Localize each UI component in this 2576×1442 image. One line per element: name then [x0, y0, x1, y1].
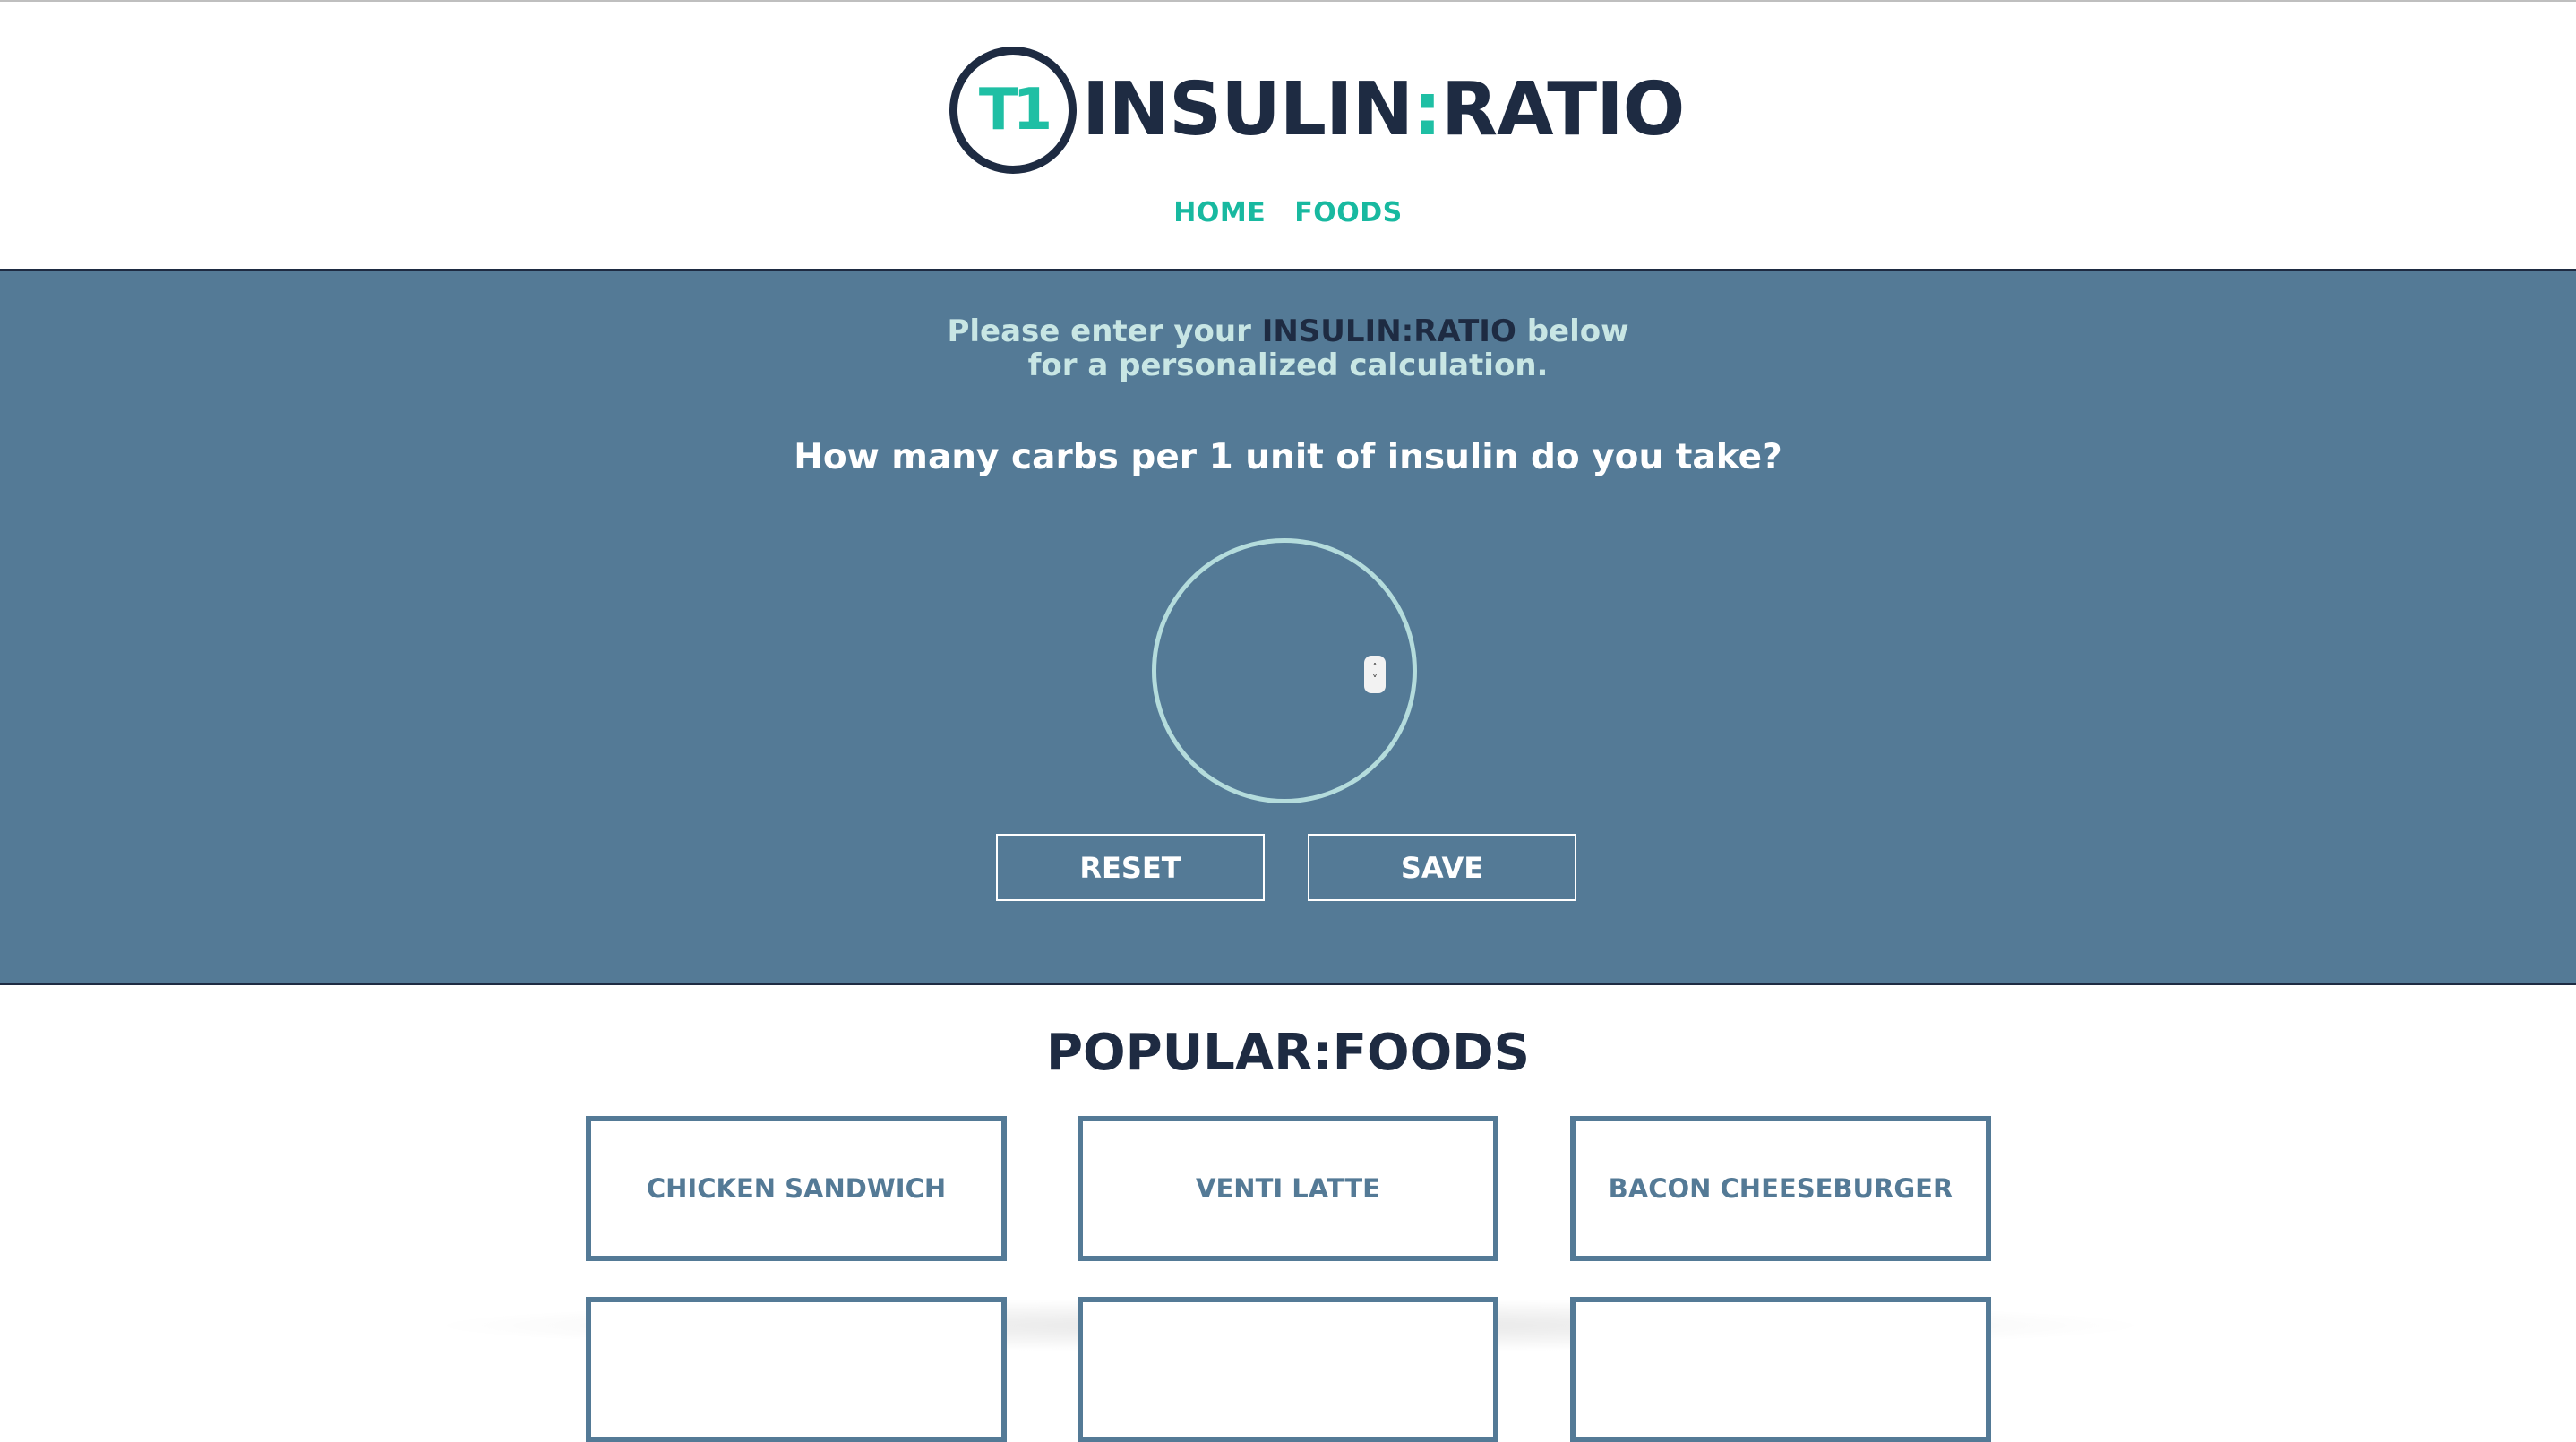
logo-badge-text: T1 [978, 77, 1052, 143]
food-card-label: BACON CHEESEBURGER [1608, 1173, 1953, 1204]
popular-foods-title: POPULAR:FOODS [1046, 1024, 1530, 1082]
logo-wordmark: INSULIN:RATIO [1082, 73, 1685, 147]
save-button[interactable]: SAVE [1308, 834, 1576, 901]
intro-line-2: for a personalized calculation. [1027, 348, 1549, 383]
ratio-section: Please enter your INSULIN:RATIO below fo… [0, 269, 2576, 985]
food-card-label: CHICKEN SANDWICH [646, 1173, 947, 1204]
ratio-question: How many carbs per 1 unit of insulin do … [794, 437, 1782, 477]
logo-word-right: RATIO [1440, 67, 1685, 152]
intro-brand: INSULIN:RATIO [1261, 313, 1516, 349]
intro-prefix: Please enter your [947, 313, 1262, 349]
food-card[interactable] [1078, 1297, 1498, 1442]
chevron-down-icon[interactable]: ˅ [1372, 674, 1378, 686]
food-card-bacon-cheeseburger[interactable]: BACON CHEESEBURGER [1570, 1116, 1991, 1261]
main-nav: HOME FOODS [0, 197, 2576, 228]
site-header: T1 INSULIN:RATIO HOME FOODS [0, 2, 2576, 269]
food-card-venti-latte[interactable]: VENTI LATTE [1078, 1116, 1498, 1261]
ratio-stepper[interactable]: ˄ ˅ [1364, 656, 1386, 693]
t1-logo-icon: T1 [949, 47, 1077, 174]
site-logo[interactable]: T1 INSULIN:RATIO [949, 47, 1685, 174]
reset-button[interactable]: RESET [996, 834, 1265, 901]
ratio-intro: Please enter your INSULIN:RATIO below fo… [0, 314, 2576, 382]
food-card[interactable] [1570, 1297, 1991, 1442]
nav-home-link[interactable]: HOME [1173, 197, 1266, 228]
food-card-label: VENTI LATTE [1196, 1173, 1380, 1204]
food-card-chicken-sandwich[interactable]: CHICKEN SANDWICH [586, 1116, 1007, 1261]
logo-word-left: INSULIN [1082, 67, 1413, 152]
intro-line-1: Please enter your INSULIN:RATIO below [0, 314, 2576, 348]
nav-foods-link[interactable]: FOODS [1294, 197, 1403, 228]
logo-colon: : [1413, 67, 1442, 152]
intro-suffix: below [1516, 313, 1629, 349]
food-card[interactable] [586, 1297, 1007, 1442]
